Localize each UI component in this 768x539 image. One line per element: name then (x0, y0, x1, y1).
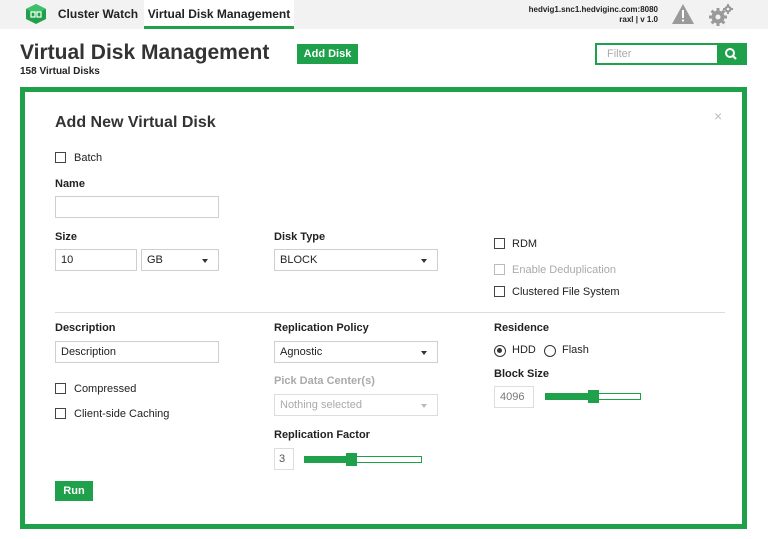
block-size-slider-handle[interactable] (588, 390, 599, 403)
radio-selected-dot (497, 348, 502, 353)
filter-search-button[interactable] (717, 45, 745, 63)
residence-flash-label: Flash (562, 344, 589, 356)
divider (55, 312, 725, 313)
modal-title: Add New Virtual Disk (55, 114, 216, 131)
name-label: Name (55, 178, 85, 190)
disk-count: 158 Virtual Disks (20, 66, 100, 77)
chevron-down-icon (421, 404, 427, 408)
residence-label: Residence (494, 322, 550, 334)
replication-policy-label: Replication Policy (274, 322, 369, 334)
description-input[interactable]: Description (55, 341, 219, 363)
tab-virtual-disk-management[interactable]: Virtual Disk Management (144, 0, 294, 29)
host-info: hedvig1.snc1.hedviginc.com:8080 raxl | v… (529, 5, 658, 25)
description-label: Description (55, 322, 116, 334)
tab-cluster-watch[interactable]: Cluster Watch (52, 0, 144, 29)
rdm-checkbox[interactable] (494, 238, 505, 249)
block-size-slider-fill (546, 394, 593, 399)
residence-hdd-radio[interactable] (494, 345, 506, 357)
clustered-fs-label: Clustered File System (512, 286, 620, 298)
block-size-value: 4096 (494, 386, 534, 408)
add-disk-button[interactable]: Add Disk (297, 44, 358, 64)
close-icon[interactable]: × (714, 108, 722, 124)
size-unit-value: GB (147, 254, 163, 266)
page-title: Virtual Disk Management (20, 41, 270, 64)
chevron-down-icon (421, 351, 427, 355)
top-nav-bar: Cluster Watch Virtual Disk Management he… (0, 0, 768, 29)
pick-dc-value: Nothing selected (280, 399, 362, 411)
batch-checkbox[interactable] (55, 152, 66, 163)
disk-type-label: Disk Type (274, 231, 326, 243)
dedup-label: Enable Deduplication (512, 264, 616, 276)
size-input[interactable]: 10 (55, 249, 137, 271)
replication-factor-label: Replication Factor (274, 429, 370, 441)
size-label: Size (55, 231, 78, 243)
replication-policy-value: Agnostic (280, 346, 323, 358)
user-version: raxl | v 1.0 (619, 15, 658, 24)
compressed-checkbox[interactable] (55, 383, 66, 394)
chevron-down-icon (421, 259, 427, 263)
block-size-slider[interactable] (545, 390, 641, 403)
batch-label: Batch (74, 152, 103, 164)
replication-factor-slider[interactable] (304, 453, 422, 466)
block-size-label: Block Size (494, 368, 550, 380)
client-caching-checkbox[interactable] (55, 408, 66, 419)
clustered-fs-checkbox[interactable] (494, 286, 505, 297)
replication-policy-select[interactable]: Agnostic (274, 341, 438, 363)
replication-factor-value: 3 (274, 448, 294, 470)
logo-icon[interactable] (25, 3, 47, 25)
name-input[interactable] (55, 196, 219, 218)
filter-box (595, 43, 747, 65)
warning-icon[interactable] (671, 3, 695, 25)
search-icon (725, 48, 737, 60)
disk-type-value: BLOCK (280, 254, 318, 266)
chevron-down-icon (202, 259, 208, 263)
replication-factor-slider-handle[interactable] (346, 453, 357, 466)
pick-dc-label: Pick Data Center(s) (274, 375, 375, 387)
client-caching-label: Client-side Caching (74, 408, 170, 420)
run-button[interactable]: Run (55, 481, 93, 501)
residence-hdd-label: HDD (512, 344, 536, 356)
residence-flash-radio[interactable] (544, 345, 556, 357)
dedup-checkbox[interactable] (494, 264, 505, 275)
add-disk-modal: Add New Virtual Disk × Batch Name Size 1… (20, 87, 747, 529)
host-name: hedvig1.snc1.hedviginc.com:8080 (528, 5, 658, 14)
compressed-label: Compressed (74, 383, 137, 395)
size-unit-select[interactable]: GB (141, 249, 219, 271)
filter-input[interactable] (597, 45, 719, 63)
pick-dc-select[interactable]: Nothing selected (274, 394, 438, 416)
disk-type-select[interactable]: BLOCK (274, 249, 438, 271)
gear-icon[interactable] (708, 3, 734, 27)
replication-factor-slider-fill (305, 457, 351, 462)
rdm-label: RDM (512, 238, 538, 250)
